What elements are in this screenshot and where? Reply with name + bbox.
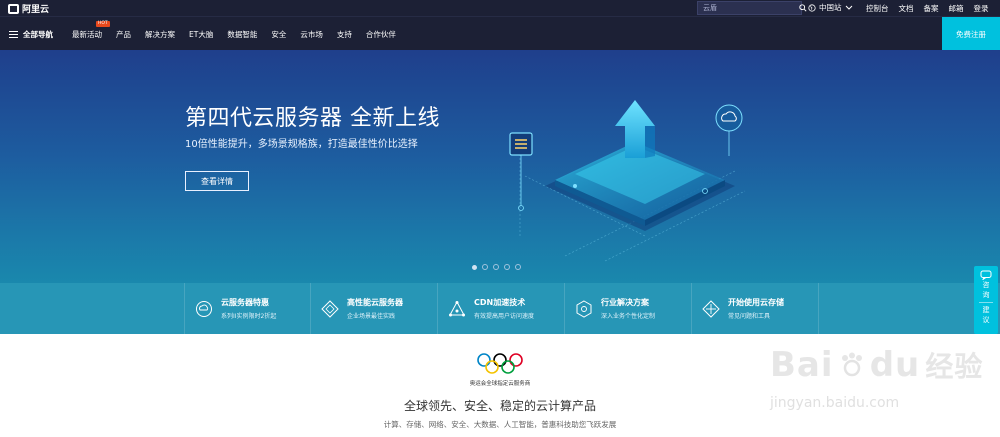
register-button[interactable]: 免费注册 (942, 17, 1000, 51)
nav-item-data-intelligence[interactable]: 数据智能 (227, 29, 257, 40)
olympic-caption: 奥运会全球指定云服务商 (469, 381, 531, 387)
chevron-down-icon (845, 5, 852, 10)
all-nav-label: 全部导航 (23, 30, 53, 39)
feature-item-storage[interactable]: 开始使用云存储 常见问题和工具 (692, 283, 819, 334)
carousel-dot[interactable] (472, 264, 477, 270)
search-input[interactable] (698, 2, 799, 14)
mail-link[interactable]: 邮箱 (949, 3, 964, 14)
view-details-button[interactable]: 查看详情 (185, 171, 249, 191)
aliyun-logo-icon (8, 3, 19, 14)
section-title: 全球领先、安全、稳定的云计算产品 (403, 399, 596, 413)
region-selector[interactable]: 中国站 (808, 2, 853, 13)
top-search (697, 1, 807, 15)
globe-icon (808, 3, 816, 12)
top-links: 控制台 文档 备案 邮箱 登录 (866, 3, 989, 14)
nav-item-label: 最新活动 (72, 30, 102, 39)
nav-items: 最新活动 HOT 产品 解决方案 ET大脑 数据智能 安全 云市场 支持 合作伙… (72, 21, 410, 40)
nav-item-et-brain[interactable]: ET大脑 (189, 29, 213, 40)
olympic-rings-icon (477, 353, 523, 374)
feature-item-solutions[interactable]: 行业解决方案 深入业务个性化定制 (565, 283, 692, 334)
feature-title: 高性能云服务器 (347, 298, 403, 307)
feature-list: 云服务器特惠 系列II实例限时2折起 高性能云服务器 企业场景最佳实践 CDN加… (184, 283, 819, 334)
region-label: 中国站 (819, 3, 842, 12)
hot-badge: HOT (96, 21, 110, 27)
feature-desc: 常见问题和工具 (728, 313, 771, 320)
carousel-dot[interactable] (493, 264, 499, 270)
brand-name: 阿里云 (22, 5, 50, 15)
feature-item-cloud-server[interactable]: 云服务器特惠 系列II实例限时2折起 (184, 283, 311, 334)
hero-subtitle: 10倍性能提升，多场景规格族，打造最佳性价比选择 (185, 139, 418, 150)
nav-item-security[interactable]: 安全 (271, 29, 286, 40)
docs-link[interactable]: 文档 (899, 3, 914, 14)
float-divider (979, 302, 993, 303)
feature-desc: 系列II实例限时2折起 (221, 313, 277, 320)
feature-desc: 深入业务个性化定制 (601, 313, 656, 320)
diamond-icon (321, 299, 339, 318)
carousel-dots (472, 264, 521, 270)
login-link[interactable]: 登录 (974, 3, 989, 14)
feature-title: CDN加速技术 (474, 298, 526, 307)
consult-button[interactable]: 咨询 (982, 280, 991, 300)
suggest-button[interactable]: 建议 (982, 305, 991, 325)
feature-title: 行业解决方案 (601, 298, 649, 307)
network-icon (449, 300, 465, 316)
chat-bubble-icon (980, 270, 992, 280)
cloud-server-icon (196, 300, 212, 317)
nav-item-events[interactable]: 最新活动 HOT (72, 21, 110, 40)
console-link[interactable]: 控制台 (866, 3, 889, 14)
carousel-dot[interactable] (482, 264, 488, 270)
feature-desc: 有效提高用户访问速度 (474, 313, 535, 320)
storage-icon (702, 299, 720, 318)
nav-item-solutions[interactable]: 解决方案 (145, 29, 175, 40)
nav-item-partners[interactable]: 合作伙伴 (366, 29, 396, 40)
watermark-du: du (869, 345, 921, 385)
feature-item-cdn[interactable]: CDN加速技术 有效提高用户访问速度 (438, 283, 565, 334)
feature-title: 开始使用云存储 (728, 298, 784, 307)
baidu-watermark: Bai du 经验 (770, 345, 983, 385)
solution-icon (576, 299, 592, 318)
watermark-bai: Bai (770, 345, 834, 385)
watermark-url: jingyan.baidu.com (770, 395, 900, 411)
feature-desc: 企业场景最佳实践 (347, 313, 396, 320)
nav-item-marketplace[interactable]: 云市场 (300, 29, 323, 40)
section-subtitle: 计算、存储、网络、安全、大数据、人工智能，普惠科技助您飞跃发展 (383, 420, 617, 429)
feature-strip: 云服务器特惠 系列II实例限时2折起 高性能云服务器 企业场景最佳实践 CDN加… (0, 283, 1000, 334)
nav-item-products[interactable]: 产品 (116, 29, 131, 40)
feature-item-high-performance[interactable]: 高性能云服务器 企业场景最佳实践 (311, 283, 438, 334)
server-illustration-icon (509, 100, 746, 262)
side-float-panel: 咨询 建议 (974, 266, 998, 334)
main-nav: 全部导航 最新活动 HOT 产品 解决方案 ET大脑 数据智能 安全 云市场 支… (0, 16, 1000, 51)
top-bar: 阿里云 中国站 控制台 文档 备案 邮箱 登录 (0, 0, 1000, 16)
icp-link[interactable]: 备案 (924, 3, 939, 14)
menu-icon (9, 31, 18, 38)
hero-banner: 第四代云服务器 全新上线 10倍性能提升，多场景规格族，打造最佳性价比选择 查看… (0, 50, 1000, 283)
feature-title: 云服务器特惠 (221, 298, 269, 307)
hero-title: 第四代云服务器 全新上线 (185, 106, 440, 131)
brand-logo[interactable]: 阿里云 (8, 2, 49, 15)
nav-item-support[interactable]: 支持 (337, 29, 352, 40)
paw-logo-icon (841, 352, 862, 377)
carousel-dot[interactable] (515, 264, 521, 270)
watermark-jingyan: 经验 (925, 350, 984, 383)
carousel-dot[interactable] (504, 264, 510, 270)
search-icon[interactable] (799, 2, 807, 14)
all-nav-button[interactable]: 全部导航 (9, 29, 53, 40)
